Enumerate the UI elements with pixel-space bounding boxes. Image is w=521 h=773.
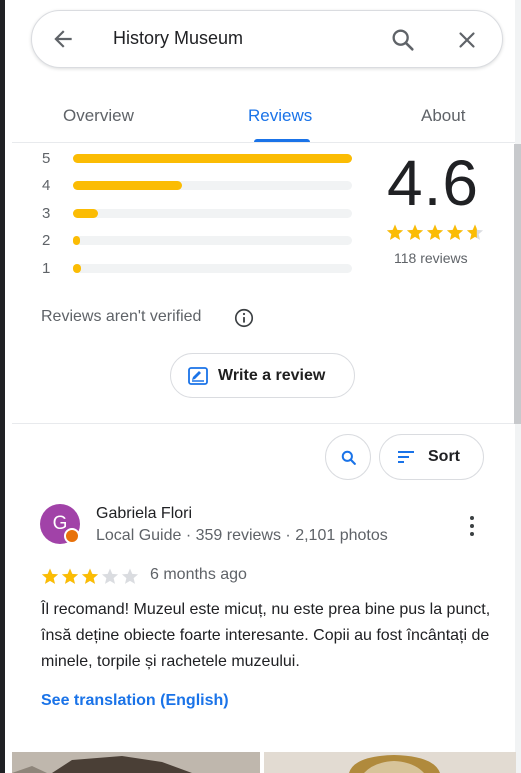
search-icon [341, 450, 356, 465]
histogram-label-1: 1 [42, 260, 51, 277]
star-filled-icon [426, 224, 444, 240]
review-photo[interactable] [12, 752, 260, 773]
scrollbar-thumb[interactable] [514, 144, 521, 424]
sort-icon [398, 451, 414, 463]
star-filled-icon [61, 568, 79, 584]
tab-reviews[interactable]: Reviews [248, 106, 312, 126]
write-review-icon [188, 367, 208, 385]
review-time: 6 months ago [150, 566, 247, 583]
info-icon[interactable] [233, 307, 255, 329]
tab-about[interactable]: About [421, 106, 465, 126]
section-divider [12, 423, 514, 424]
review-count[interactable]: 118 reviews [394, 250, 468, 266]
star-filled-icon [406, 224, 424, 240]
rating-stars [386, 224, 484, 240]
write-review-button[interactable]: Write a review [170, 353, 355, 398]
review-stars [41, 568, 139, 584]
arrow-back-icon[interactable] [50, 26, 76, 52]
histogram-label-2: 2 [42, 232, 51, 249]
sort-label: Sort [428, 448, 460, 465]
search-bar[interactable]: History Museum [31, 10, 503, 68]
reviewer-meta: Local Guide · 359 reviews · 2,101 photos [96, 527, 388, 544]
histogram-bar-1 [73, 264, 352, 273]
histogram-bar-2 [73, 236, 352, 245]
histogram-fill [73, 181, 182, 190]
histogram-fill [73, 236, 80, 245]
star-icon [121, 568, 139, 584]
star-icon [101, 568, 119, 584]
search-query[interactable]: History Museum [113, 28, 243, 49]
star-filled-icon [386, 224, 404, 240]
close-icon[interactable] [454, 27, 480, 53]
search-icon[interactable] [389, 26, 417, 54]
write-review-label: Write a review [218, 367, 326, 384]
star-filled-icon [41, 568, 59, 584]
reviewer-name[interactable]: Gabriela Flori [96, 505, 192, 523]
tab-overview[interactable]: Overview [63, 106, 134, 126]
histogram-bar-3 [73, 209, 352, 218]
histogram-label-5: 5 [42, 150, 51, 167]
window-edge [0, 0, 5, 773]
histogram-fill [73, 154, 352, 163]
review-photo[interactable] [264, 752, 516, 773]
review-text: Îl recomand! Muzeul este micuț, nu este … [41, 601, 491, 670]
search-reviews-button[interactable] [325, 434, 371, 480]
sort-button[interactable]: Sort [379, 434, 484, 480]
histogram-fill [73, 209, 99, 218]
histogram-label-3: 3 [42, 205, 51, 222]
histogram-label-4: 4 [42, 177, 51, 194]
tab-divider [12, 142, 515, 143]
average-rating: 4.6 [387, 147, 479, 219]
histogram-bar-5 [73, 154, 352, 163]
histogram-fill [73, 264, 82, 273]
local-guide-badge-icon [64, 528, 80, 544]
star-filled-icon [81, 568, 99, 584]
see-translation-link[interactable]: See translation (English) [41, 692, 229, 710]
star-filled-icon [446, 224, 464, 240]
reviews-not-verified-text: Reviews aren't verified [41, 308, 202, 325]
more-vert-icon[interactable] [468, 515, 476, 537]
histogram-bar-4 [73, 181, 352, 190]
